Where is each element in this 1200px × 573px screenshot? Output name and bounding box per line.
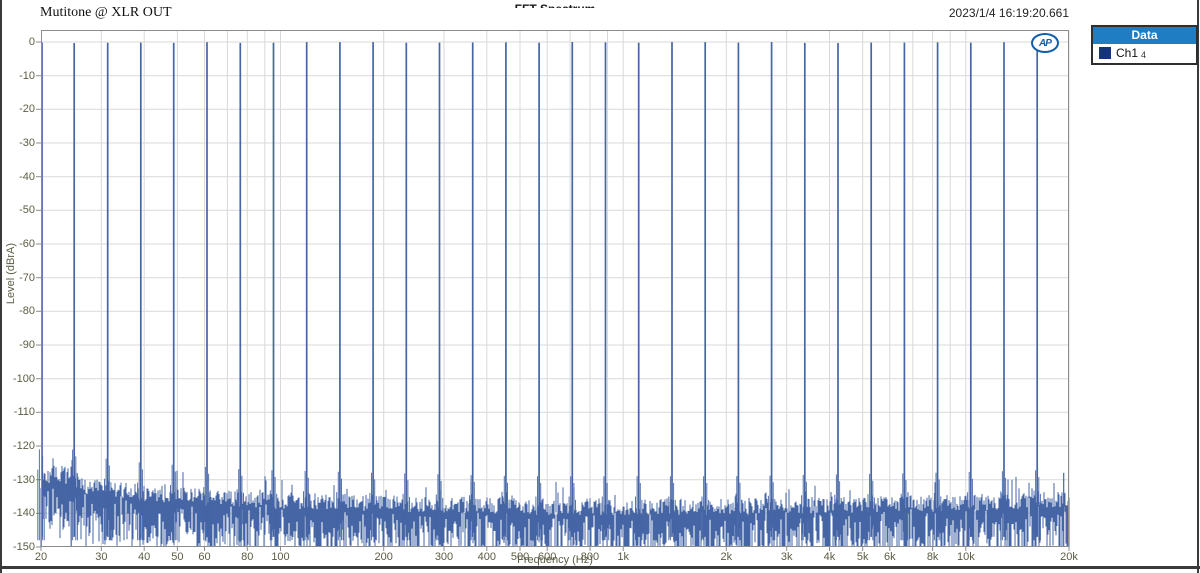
y-tick-label: -20	[19, 103, 35, 116]
x-tick-label: 60	[198, 551, 211, 563]
x-tick-label: 10k	[956, 551, 975, 563]
y-tick-label: -60	[19, 237, 35, 250]
ap-logo-text: AP	[1039, 37, 1052, 49]
x-tick-label: 20k	[1060, 551, 1078, 563]
plot-area	[36, 30, 1070, 551]
y-tick-label: -40	[19, 170, 35, 183]
window-border-right	[1197, 0, 1199, 573]
x-tick-label: 20	[34, 551, 48, 563]
ap-logo-icon: AP	[1031, 33, 1059, 53]
ap-fft-spectrum-page: { "header": { "annotation_left": "Mutito…	[0, 0, 1200, 573]
y-tick-label: 0	[28, 35, 35, 48]
x-tick-label: 3k	[780, 551, 793, 563]
x-tick-label: 600	[537, 551, 557, 563]
annotation-label: Mutitone @ XLR OUT	[40, 5, 172, 20]
y-tick-label: -70	[19, 271, 35, 284]
window-border-left	[0, 0, 2, 573]
x-tick-label: 2k	[720, 551, 733, 563]
y-tick-label: -120	[12, 439, 35, 452]
y-tick-label: -30	[19, 136, 35, 149]
y-tick-label: -50	[19, 204, 35, 217]
x-tick-label: 4k	[823, 551, 836, 563]
y-tick-label: -140	[12, 507, 35, 520]
x-tick-label: 200	[374, 551, 393, 563]
x-tick-label: 40	[138, 551, 151, 563]
chart-title: FFT Spectrum	[41, 0, 1069, 8]
x-tick-label: 100	[271, 551, 290, 563]
y-tick-label: -100	[12, 372, 35, 385]
x-tick-label: 8k	[926, 551, 939, 563]
x-tick-label: 300	[434, 551, 454, 563]
legend-entry-ch1[interactable]: Ch1 4	[1093, 44, 1196, 63]
y-tick-label: -90	[19, 338, 35, 351]
legend-swatch-icon	[1099, 47, 1111, 59]
legend-entry-label: Ch1	[1116, 46, 1139, 60]
window-border-bottom	[0, 566, 1200, 569]
y-tick-label: -110	[13, 406, 35, 419]
legend-header: Data	[1093, 27, 1196, 44]
x-tick-label: 80	[241, 551, 254, 563]
y-tick-label: -130	[12, 473, 35, 486]
chart-title-text: FFT Spectrum	[515, 2, 596, 8]
y-tick-label: -80	[19, 305, 35, 318]
y-tick-label: -10	[19, 69, 35, 82]
x-tick-label: 400	[477, 551, 496, 563]
legend: Data Ch1 4	[1091, 25, 1198, 65]
x-tick-label: 30	[95, 551, 108, 563]
spectrum-plot-svg	[36, 30, 1070, 551]
x-tick-label: 800	[580, 551, 600, 563]
timestamp: 2023/1/4 16:19:20.661	[948, 6, 1069, 20]
x-tick-label: 6k	[884, 551, 896, 563]
legend-entry-sub: 4	[1141, 50, 1147, 60]
x-tick-label: 1k	[617, 551, 629, 563]
